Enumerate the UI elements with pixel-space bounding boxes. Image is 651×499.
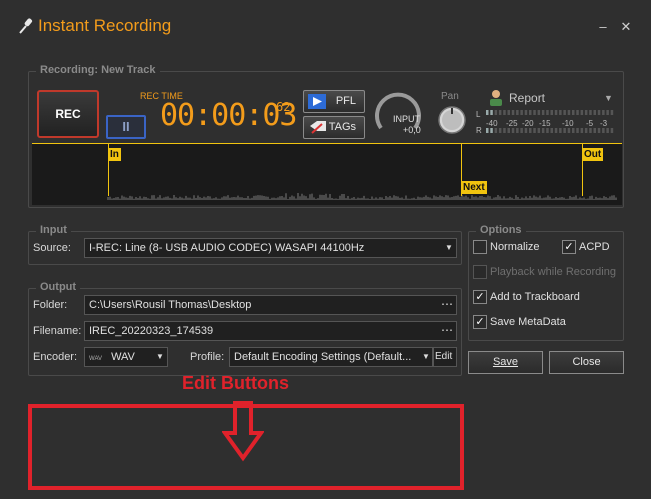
down-arrow-icon [222, 401, 264, 462]
profile-edit-button[interactable]: Edit [433, 347, 457, 367]
close-window-button[interactable]: ✕ [618, 19, 634, 35]
input-value: +0,0 [403, 125, 421, 135]
metadata-checkbox[interactable]: ✓ [473, 315, 487, 329]
encoder-label: Encoder: [33, 351, 78, 363]
trackboard-checkbox[interactable]: ✓ [473, 290, 487, 304]
pfl-label: PFL [335, 95, 356, 107]
meter-scale-label: -5 [586, 119, 594, 128]
folder-browse-button[interactable]: ⋯ [439, 296, 455, 314]
pan-knob[interactable] [436, 104, 468, 136]
in-marker[interactable]: In [108, 148, 121, 161]
meter-scale-label: -20 [522, 119, 534, 128]
profile-value: Default Encoding Settings (Default... [234, 351, 412, 363]
tags-label: TAGs [328, 121, 356, 133]
profile-dropdown-icon[interactable]: ▼ [419, 352, 433, 361]
source-select[interactable]: I-REC: Line (8- USB AUDIO CODEC) WASAPI … [84, 238, 457, 258]
filename-options-button[interactable]: ⋯ [439, 322, 455, 340]
encoder-dropdown-icon[interactable]: ▼ [153, 352, 167, 361]
meter-scale-label: -15 [539, 119, 551, 128]
meter-scale-label: -25 [506, 119, 518, 128]
meter-scale-label: -3 [600, 119, 608, 128]
folder-value: C:\Users\Rousil Thomas\Desktop [89, 299, 252, 311]
metadata-label: Save MetaData [490, 316, 566, 328]
source-value: I-REC: Line (8- USB AUDIO CODEC) WASAPI … [89, 242, 365, 254]
normalize-label: Normalize [490, 241, 540, 253]
annotation-label: Edit Buttons [182, 373, 289, 393]
meter-channel-r: R [476, 126, 482, 135]
trackboard-label: Add to Trackboard [490, 291, 580, 303]
microphone-icon [19, 18, 33, 34]
tag-icon [310, 121, 326, 134]
profile-select[interactable]: Default Encoding Settings (Default... [229, 347, 433, 367]
meter-channel-l: L [476, 110, 481, 119]
filename-label: Filename: [33, 325, 82, 337]
meter-scale-label: -10 [562, 119, 574, 128]
playback-label: Playback while Recording [490, 266, 616, 278]
filename-value: IREC_20220323_174539 [89, 325, 214, 337]
source-label: Source: [33, 242, 71, 254]
pan-label: Pan [441, 91, 459, 102]
encoder-value: WAV [111, 351, 135, 363]
acpd-label: ACPD [579, 241, 610, 253]
input-group-label: Input [36, 224, 71, 236]
rec-button[interactable]: REC [37, 90, 99, 138]
minimize-button[interactable]: – [595, 19, 611, 35]
normalize-checkbox[interactable] [473, 240, 487, 254]
report-dropdown-icon[interactable]: ▼ [604, 93, 613, 103]
folder-label: Folder: [33, 299, 68, 311]
filename-field[interactable]: IREC_20220323_174539 [84, 321, 457, 341]
recording-group-label: Recording: New Track [36, 64, 160, 76]
options-group-label: Options [476, 224, 526, 236]
acpd-checkbox[interactable]: ✓ [562, 240, 576, 254]
window-title: Instant Recording [38, 16, 172, 35]
pfl-button[interactable]: PFL [303, 90, 365, 113]
profile-label: Profile: [190, 351, 225, 363]
pause-button[interactable]: II [106, 115, 146, 139]
output-group-label: Output [36, 281, 81, 293]
out-marker[interactable]: Out [582, 148, 604, 161]
folder-field[interactable]: C:\Users\Rousil Thomas\Desktop [84, 295, 457, 315]
level-meters: L R -40 -25 -20 -15 -10 -5 -3 [476, 110, 614, 135]
rec-time-ms: 62 [276, 100, 291, 114]
report-selector[interactable]: Report [509, 91, 545, 105]
wav-icon: WAV [89, 356, 102, 362]
user-icon [490, 90, 502, 106]
close-button[interactable]: Close [549, 351, 624, 374]
playback-checkbox[interactable] [473, 265, 487, 279]
play-icon [308, 94, 326, 109]
tags-button[interactable]: TAGs [303, 116, 365, 139]
save-button[interactable]: Save [468, 351, 543, 374]
next-marker[interactable]: Next [461, 181, 487, 194]
source-dropdown-icon[interactable]: ▼ [442, 243, 456, 252]
meter-scale-label: -40 [486, 119, 498, 128]
input-label: INPUT [393, 114, 420, 124]
